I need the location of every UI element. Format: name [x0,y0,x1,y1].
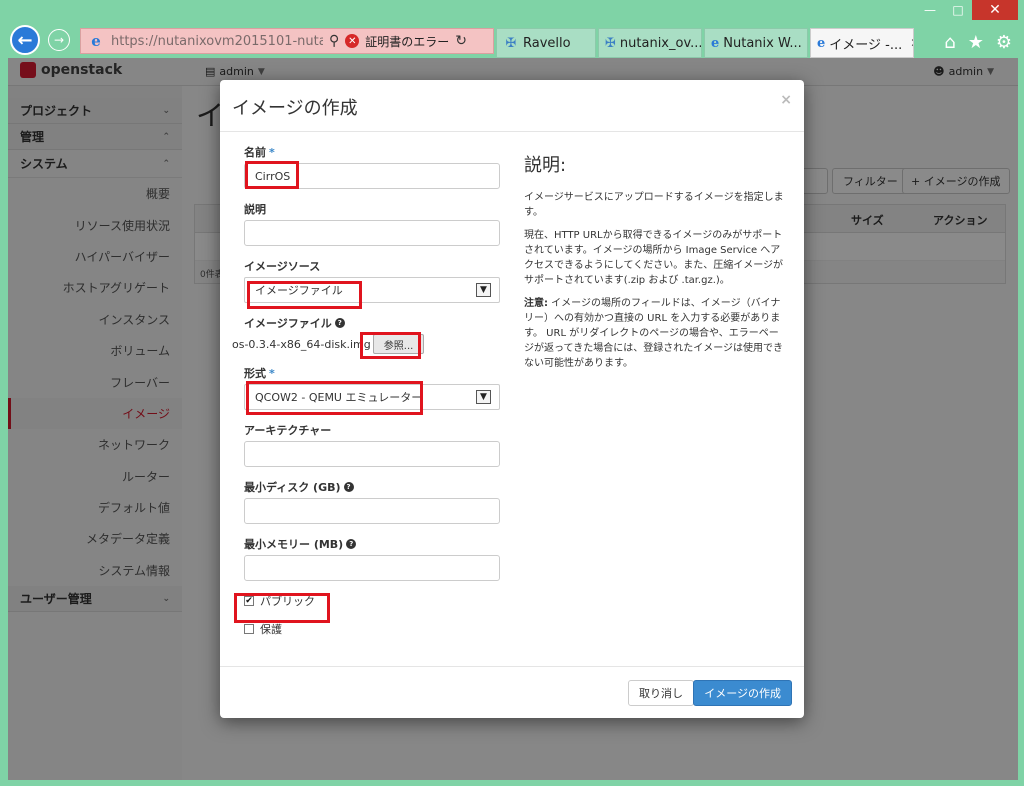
page-viewport: openstack ▤ admin ▼ ☻ admin ▼ プロジェクト ⌄ 管… [8,58,1018,780]
image-source-label: イメージソース [244,260,321,273]
address-bar[interactable]: e https://nutanixovm2015101-nutan... ⚲ ✕… [80,28,494,54]
tab-label: nutanix_ov... [619,35,702,51]
format-label: 形式 * [244,365,500,381]
chevron-down-icon: ▼ [476,283,491,297]
tab-label: Ravello [523,35,571,51]
help-icon[interactable]: ? [346,539,357,549]
highlight-box [360,332,421,359]
selected-file-name: os-0.3.4-x86_64-disk.img [232,337,371,351]
tab-label: Nutanix W... [723,35,802,51]
minimize-icon[interactable]: — [916,0,944,20]
required-marker: * [269,366,275,380]
tab-nutanix-w[interactable]: e Nutanix W... [704,28,808,58]
create-image-button[interactable]: イメージの作成 [693,680,792,706]
close-window-icon[interactable]: ✕ [972,0,1018,20]
format-label-text: 形式 [244,367,266,380]
architecture-field[interactable] [244,441,500,467]
back-arrow-icon[interactable]: ← [10,25,40,55]
tab-ravello[interactable]: ✠ Ravello [496,28,596,58]
forward-arrow-icon[interactable]: → [48,29,70,51]
min-disk-label: 最小ディスク (GB) ? [244,479,500,495]
help-icon[interactable]: ? [343,482,354,492]
ie-icon: e [91,32,101,50]
cert-error-icon[interactable]: ✕ [345,34,360,48]
note-label: 注意: [524,298,548,309]
browser-tabs: ✠ Ravello ✠ nutanix_ov... e Nutanix W...… [496,28,914,58]
address-icons: ⚲ ✕ 証明書のエラー ↻ [329,33,467,50]
tab-close-icon[interactable]: ✕ [910,36,913,50]
architecture-label: アーキテクチャー [244,424,332,437]
description-paragraph: イメージサービスにアップロードするイメージを指定します。 [524,192,784,218]
pinwheel-icon: ✠ [605,35,616,51]
name-label-text: 名前 [244,146,266,159]
home-icon[interactable]: ⌂ [944,32,955,53]
window-controls: — □ ✕ [916,0,1018,22]
ie-icon: e [711,35,720,51]
description-title: 説明: [524,155,567,176]
min-disk-field[interactable] [244,498,500,524]
highlight-box [246,381,423,415]
min-memory-label-text: 最小メモリー (MB) [244,538,344,551]
description-panel: 説明: イメージサービスにアップロードするイメージを指定します。 現在、HTTP… [524,156,784,379]
description-label: 説明 [244,203,266,216]
description-field[interactable] [244,220,500,246]
image-file-label: イメージファイル ? [244,315,500,331]
tab-nutanix-ov[interactable]: ✠ nutanix_ov... [598,28,702,58]
cert-error-label[interactable]: 証明書のエラー [365,33,449,50]
modal-title: イメージの作成 [232,98,358,119]
browser-toolbar: ⌂ ★ ⚙ [944,32,1012,53]
description-note: 注意: イメージの場所のフィールドは、イメージ（バイナリー）への有効かつ直接の … [524,296,784,371]
ie-icon: e [817,35,826,51]
gear-icon[interactable]: ⚙ [996,32,1012,53]
name-label: 名前 * [244,144,500,160]
chevron-down-icon: ▼ [476,390,491,404]
description-paragraph: 現在、HTTP URLから取得できるイメージのみがサポートされています。イメージ… [524,230,783,286]
pinwheel-icon: ✠ [505,35,517,51]
highlight-box [245,161,299,189]
browser-navbar: ← → e https://nutanixovm2015101-nutan...… [8,22,1018,58]
cancel-button[interactable]: 取り消し [628,680,694,706]
create-image-modal: イメージの作成 × 名前 * CirrOS 説明 イメージソース イメージファイ [220,80,804,718]
min-disk-label-text: 最小ディスク (GB) [244,481,341,494]
close-icon[interactable]: × [780,92,792,108]
favorites-star-icon[interactable]: ★ [968,32,984,53]
maximize-icon[interactable]: □ [944,0,972,20]
image-file-label-text: イメージファイル [244,317,332,330]
highlight-box [247,281,362,309]
modal-footer: 取り消し イメージの作成 [220,666,804,718]
tab-label: イメージ -... [829,37,903,53]
help-icon[interactable]: ? [334,318,345,328]
protected-checkbox[interactable] [244,624,254,634]
highlight-box [234,593,330,623]
min-memory-label: 最小メモリー (MB) ? [244,536,500,552]
browser-window: — □ ✕ ← → e https://nutanixovm2015101-nu… [0,0,1024,786]
refresh-icon[interactable]: ↻ [455,33,467,49]
note-text: イメージの場所のフィールドは、イメージ（バイナリー）への有効かつ直接の URL … [524,298,783,369]
url-text[interactable]: https://nutanixovm2015101-nutan... [111,34,323,49]
required-marker: * [269,145,275,159]
min-memory-field[interactable] [244,555,500,581]
tab-image[interactable]: e イメージ -... ✕ [810,28,914,58]
search-icon[interactable]: ⚲ [329,33,339,49]
protected-label: 保護 [260,623,282,636]
modal-header: イメージの作成 × [220,80,804,132]
